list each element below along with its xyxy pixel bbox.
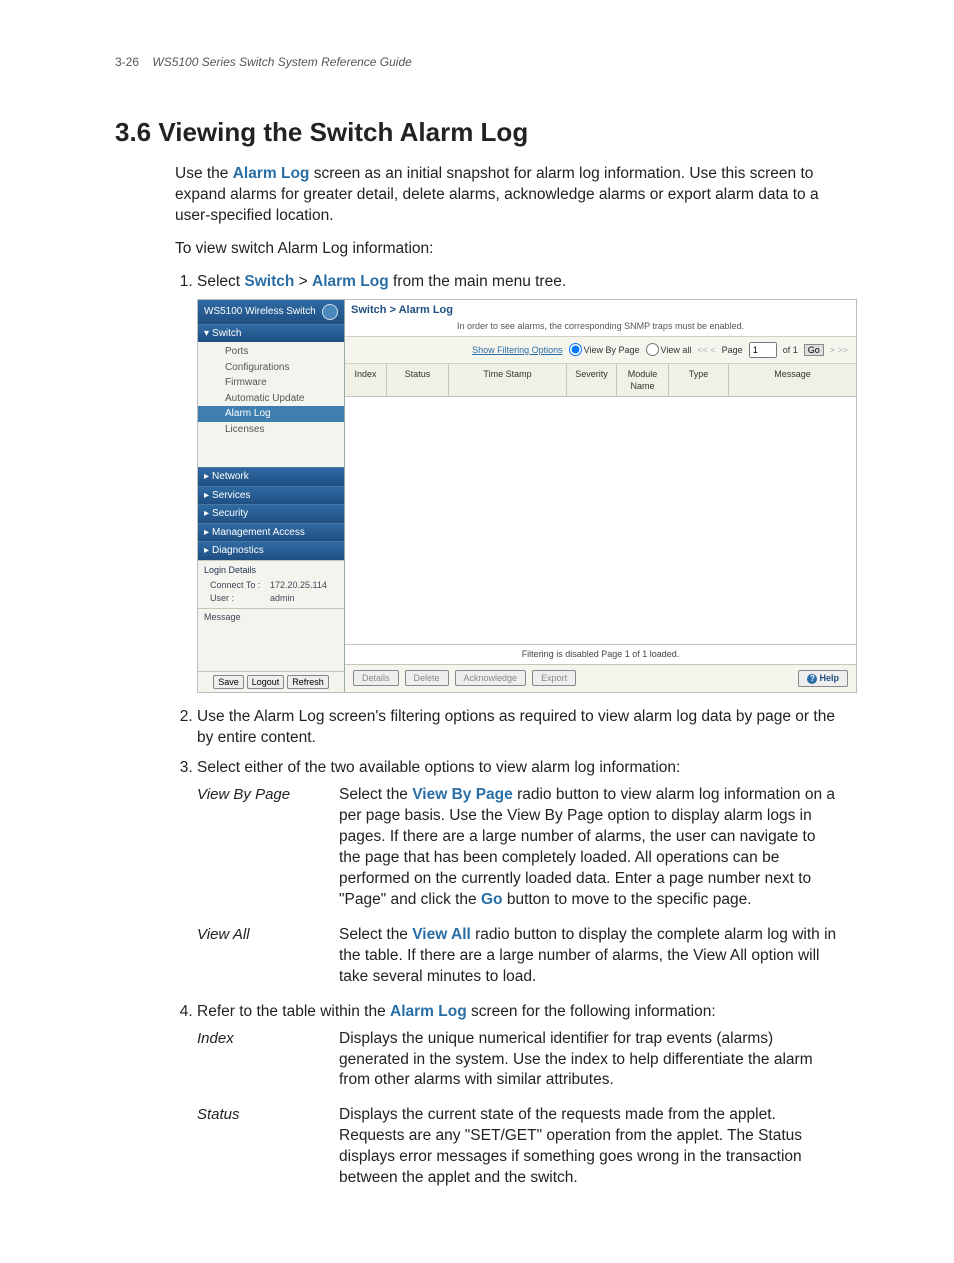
action-bar: Details Delete Acknowledge Export ?Help: [345, 664, 856, 692]
go-button[interactable]: Go: [804, 344, 824, 356]
nav-section-switch[interactable]: ▾Switch: [198, 324, 344, 343]
page-nav-prev[interactable]: << <: [697, 344, 715, 356]
view-options-list: View By Page Select the View By Page rad…: [197, 785, 839, 987]
tree-licenses[interactable]: Licenses: [198, 422, 344, 438]
main-panel: Switch > Alarm Log In order to see alarm…: [345, 300, 856, 692]
acknowledge-button[interactable]: Acknowledge: [455, 670, 527, 686]
step-1: Select Switch > Alarm Log from the main …: [197, 272, 839, 693]
page-number-input[interactable]: [749, 342, 777, 358]
body: Use the Alarm Log screen as an initial s…: [175, 164, 839, 1189]
nav-section-services[interactable]: ▸Services: [198, 486, 344, 505]
update-icon: [212, 394, 222, 402]
section-heading: 3.6 Viewing the Switch Alarm Log: [115, 117, 839, 148]
nav-buttons: Save Logout Refresh: [198, 671, 344, 692]
running-header: 3-26 WS5100 Series Switch System Referen…: [115, 55, 839, 69]
col-timestamp[interactable]: Time Stamp: [449, 364, 567, 396]
help-button[interactable]: ?Help: [798, 670, 848, 687]
option-view-by-page: View By Page Select the View By Page rad…: [197, 785, 839, 911]
folder-icon: [212, 363, 222, 371]
field-status: Status Displays the current state of the…: [197, 1105, 839, 1189]
step-2: Use the Alarm Log screen's filtering opt…: [197, 707, 839, 749]
key-icon: [212, 425, 222, 433]
details-button[interactable]: Details: [353, 670, 399, 686]
table-header: Index Status Time Stamp Severity Module …: [345, 364, 856, 397]
nav-tree: Ports Configurations Firmware Automatic …: [198, 342, 344, 467]
alarm-log-keyword: Alarm Log: [233, 165, 310, 182]
doc-title: WS5100 Series Switch System Reference Gu…: [152, 55, 411, 69]
save-button[interactable]: Save: [213, 675, 244, 689]
option-view-all: View All Select the View All radio butto…: [197, 925, 839, 988]
nav-panel: WS5100 Wireless Switch ▾Switch Ports Con…: [198, 300, 345, 692]
filter-toolbar: Show Filtering Options View By Page View…: [345, 337, 856, 364]
step-list: Select Switch > Alarm Log from the main …: [175, 272, 839, 1189]
field-index: Index Displays the unique numerical iden…: [197, 1029, 839, 1092]
message-panel: Message: [198, 608, 344, 649]
page: 3-26 WS5100 Series Switch System Referen…: [0, 0, 954, 1263]
step-3: Select either of the two available optio…: [197, 758, 839, 987]
show-filtering-link[interactable]: Show Filtering Options: [472, 344, 563, 356]
page-number: 3-26: [115, 55, 139, 69]
col-index[interactable]: Index: [345, 364, 387, 396]
view-by-page-radio[interactable]: View By Page: [569, 343, 640, 356]
nav-section-security[interactable]: ▸Security: [198, 504, 344, 523]
col-severity[interactable]: Severity: [567, 364, 617, 396]
table-body: [345, 397, 856, 645]
nav-section-mgmt[interactable]: ▸Management Access: [198, 523, 344, 542]
intro-paragraph: Use the Alarm Log screen as an initial s…: [175, 164, 839, 227]
delete-button[interactable]: Delete: [405, 670, 449, 686]
logout-button[interactable]: Logout: [247, 675, 285, 689]
breadcrumb: Switch > Alarm Log: [345, 300, 856, 321]
status-bar: Filtering is disabled Page 1 of 1 loaded…: [345, 644, 856, 663]
refresh-button[interactable]: Refresh: [287, 675, 329, 689]
tree-configurations[interactable]: Configurations: [198, 360, 344, 376]
ports-icon: [212, 347, 222, 355]
lead-sentence: To view switch Alarm Log information:: [175, 239, 839, 260]
snmp-note: In order to see alarms, the correspondin…: [345, 320, 856, 336]
col-type[interactable]: Type: [669, 364, 729, 396]
field-list: Index Displays the unique numerical iden…: [197, 1029, 839, 1189]
tree-automatic-update[interactable]: Automatic Update: [198, 391, 344, 407]
page-nav-next[interactable]: > >>: [830, 344, 848, 356]
gear-icon: [212, 378, 222, 386]
col-module[interactable]: Module Name: [617, 364, 669, 396]
help-icon: ?: [807, 674, 817, 684]
col-status[interactable]: Status: [387, 364, 449, 396]
screenshot-alarm-log: WS5100 Wireless Switch ▾Switch Ports Con…: [197, 299, 857, 693]
step-4: Refer to the table within the Alarm Log …: [197, 1002, 839, 1189]
tree-ports[interactable]: Ports: [198, 344, 344, 360]
login-details: Login Details Connect To :172.20.25.114 …: [198, 560, 344, 608]
brand-logo-icon: [322, 304, 338, 320]
view-all-radio[interactable]: View all: [646, 343, 692, 356]
nav-section-network[interactable]: ▸Network: [198, 467, 344, 486]
brand-bar: WS5100 Wireless Switch: [198, 300, 344, 324]
alarm-icon: [212, 409, 222, 417]
export-button[interactable]: Export: [532, 670, 576, 686]
nav-section-diag[interactable]: ▸Diagnostics: [198, 541, 344, 560]
tree-alarm-log[interactable]: Alarm Log: [198, 406, 344, 422]
col-message[interactable]: Message: [729, 364, 856, 396]
tree-firmware[interactable]: Firmware: [198, 375, 344, 391]
